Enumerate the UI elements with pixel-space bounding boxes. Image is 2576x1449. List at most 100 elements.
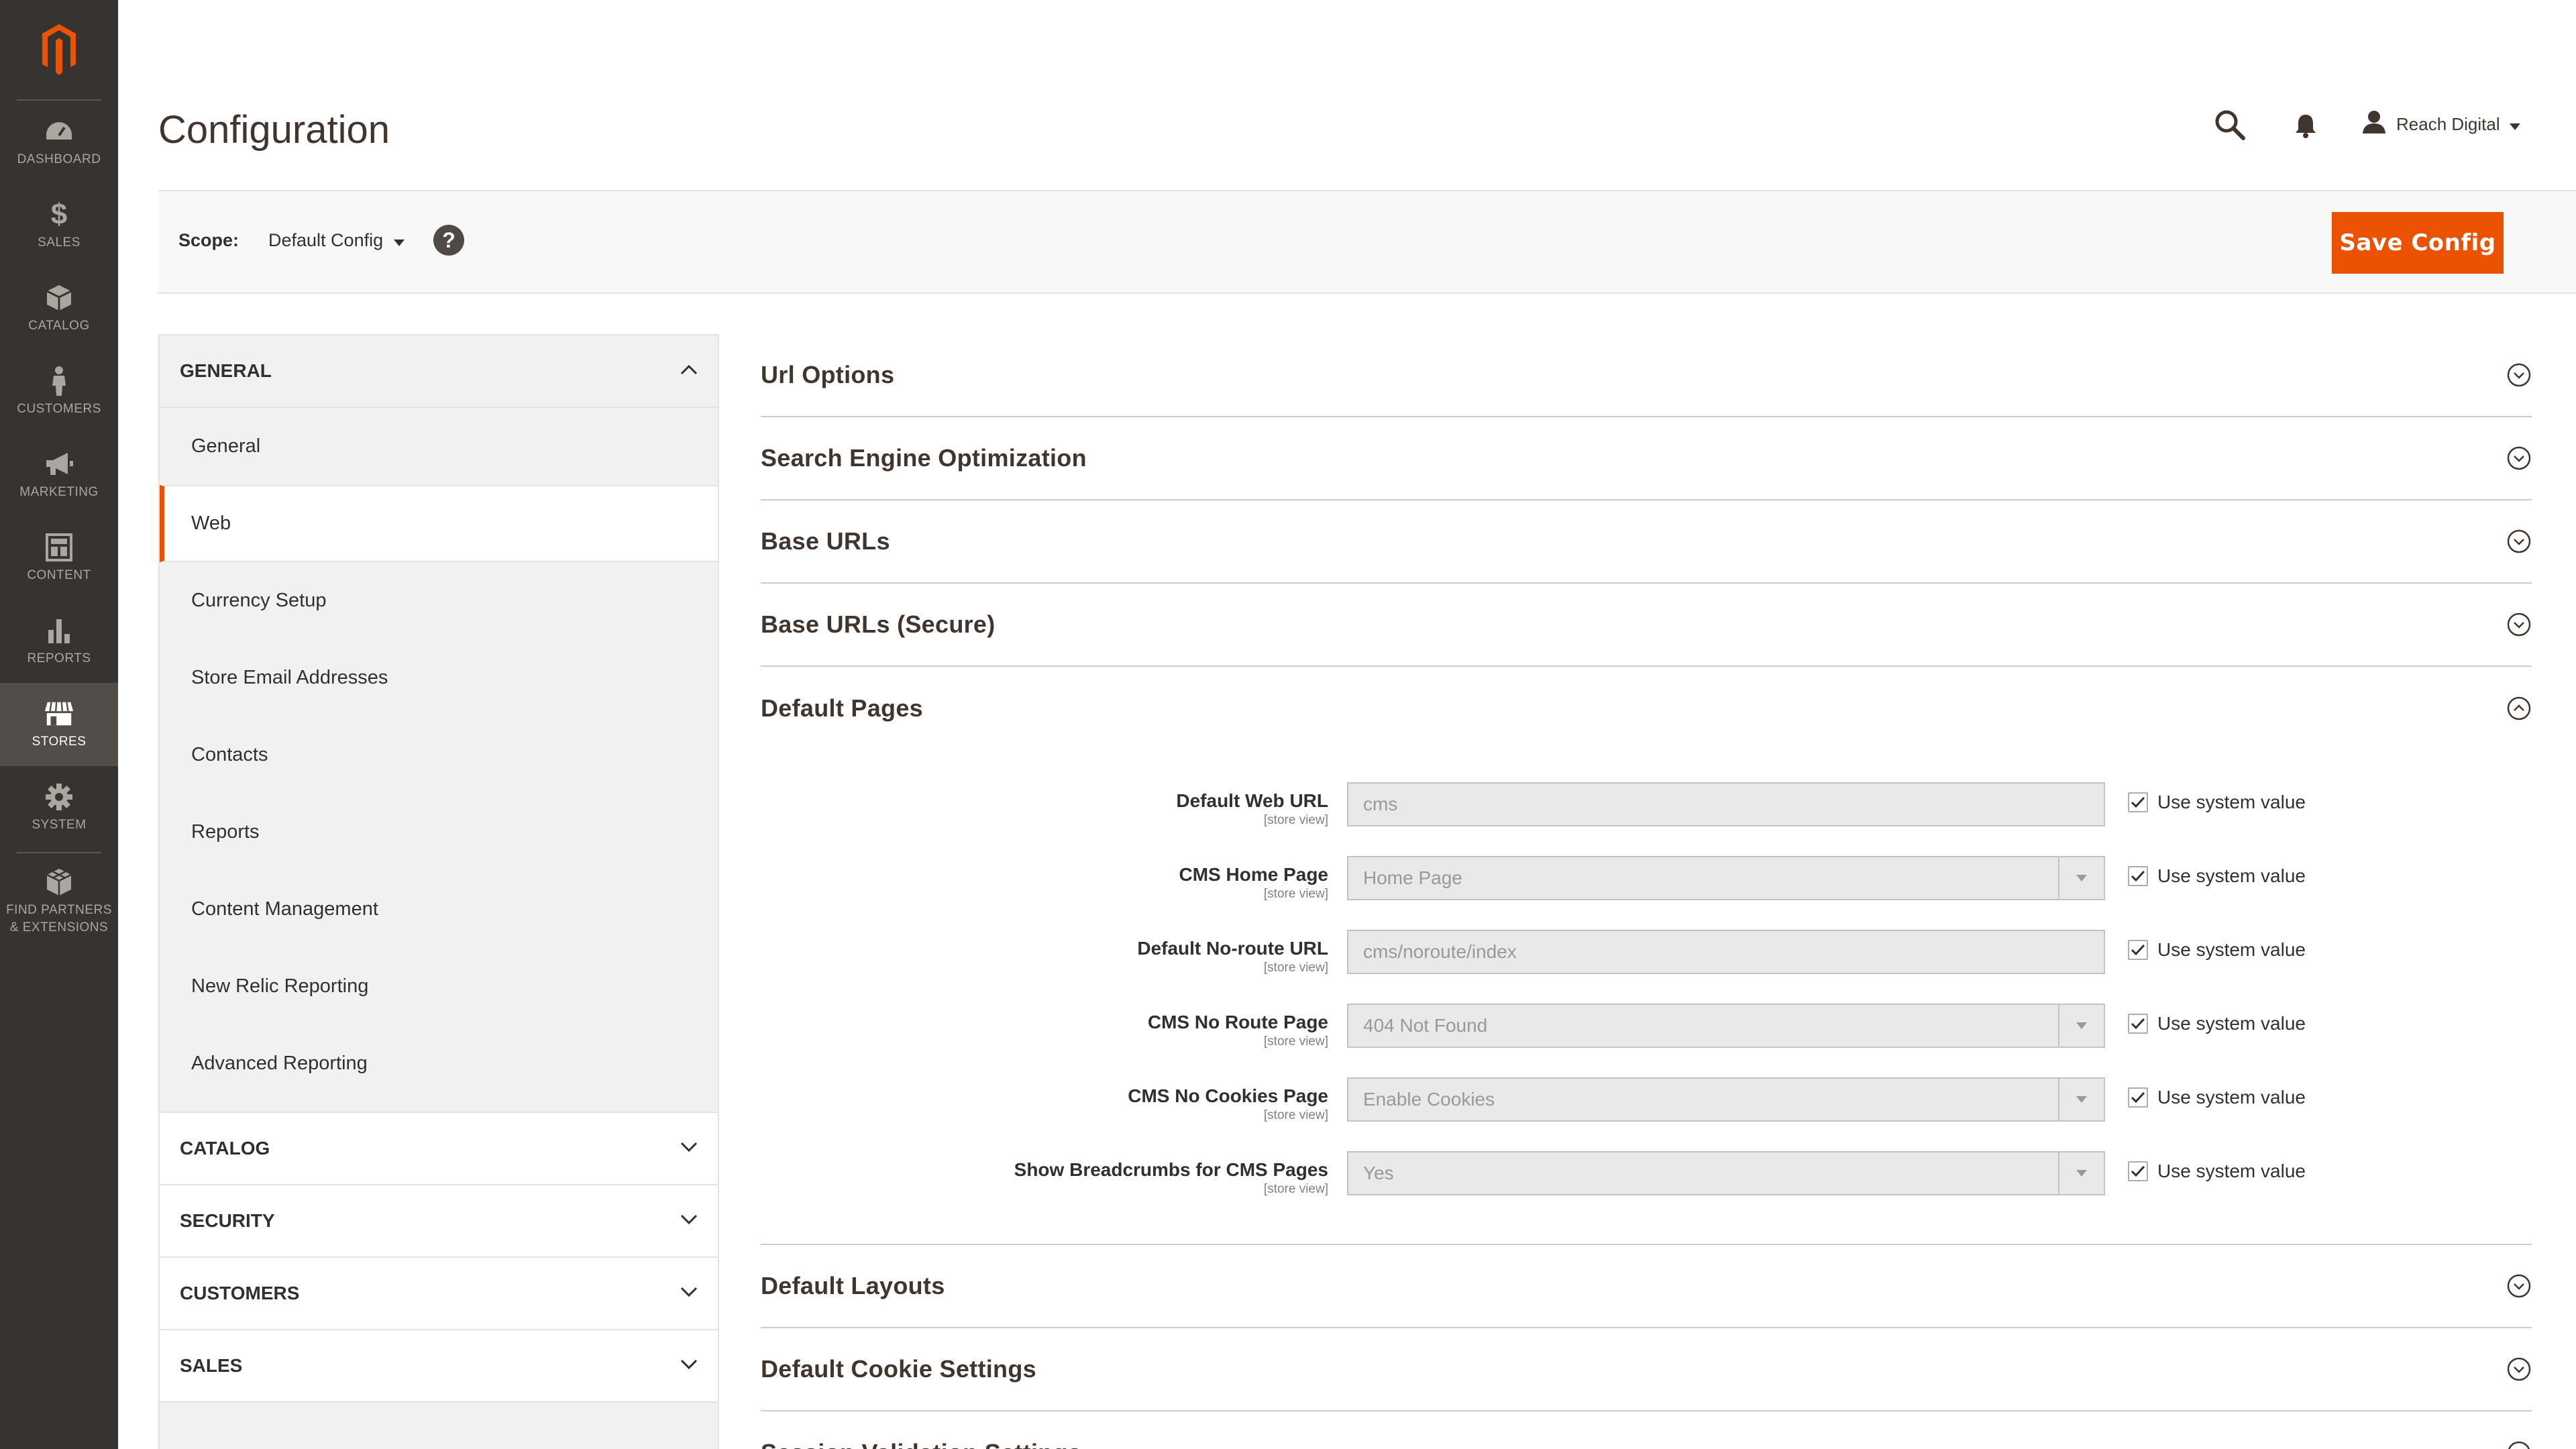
checkbox-label: Use system value (2157, 939, 2306, 960)
tab-store-email-addresses[interactable]: Store Email Addresses (160, 639, 718, 716)
menu-label: & EXTENSIONS (9, 920, 109, 934)
menu-item-find-partners[interactable]: FIND PARTNERS & EXTENSIONS (0, 856, 118, 947)
default-no-route-url-input[interactable]: cms/noroute/index (1347, 930, 2105, 974)
scope-hint: [store view] (1263, 961, 1328, 975)
page-actions-bar: Scope: Default Config ? Save Config (158, 190, 2576, 294)
cms-home-page-select[interactable]: Home Page (1347, 856, 2105, 900)
tab-advanced-reporting[interactable]: Advanced Reporting (160, 1025, 718, 1102)
section-title: GENERAL (180, 360, 272, 381)
cms-no-cookies-page-select[interactable]: Enable Cookies (1347, 1077, 2105, 1122)
field-value: cms (1363, 794, 1398, 814)
box-icon (44, 282, 74, 313)
group-base-urls-secure[interactable]: Base URLs (Secure) (761, 584, 2532, 667)
magento-logo-icon[interactable] (17, 0, 101, 101)
group-title: Url Options (761, 361, 895, 388)
use-system-value-checkbox[interactable]: Use system value (2128, 1087, 2306, 1108)
scope-hint: [store view] (1263, 887, 1328, 901)
storefront-icon (44, 698, 74, 729)
show-breadcrumbs-select[interactable]: Yes (1347, 1151, 2105, 1195)
menu-label: SYSTEM (32, 818, 87, 832)
default-web-url-input[interactable]: cms (1347, 782, 2105, 826)
menu-item-reports[interactable]: REPORTS (0, 600, 118, 683)
group-default-cookie-settings[interactable]: Default Cookie Settings (761, 1328, 2532, 1411)
header-actions: Reach Digital (2214, 107, 2576, 142)
chevron-down-icon (680, 1359, 698, 1373)
section-title: SALES (180, 1355, 243, 1376)
tab-reports[interactable]: Reports (160, 794, 718, 871)
tab-section-sales[interactable]: SALES (160, 1330, 718, 1403)
tab-contacts[interactable]: Contacts (160, 716, 718, 794)
group-search-engine-optimization[interactable]: Search Engine Optimization (761, 417, 2532, 500)
config-groups: Url Options Search Engine Optimization B… (761, 334, 2532, 1449)
tab-new-relic-reporting[interactable]: New Relic Reporting (160, 948, 718, 1025)
group-url-options[interactable]: Url Options (761, 334, 2532, 417)
menu-label: MARKETING (19, 485, 99, 499)
tab-content-management[interactable]: Content Management (160, 871, 718, 948)
field-label: CMS Home Page [store view] (1179, 864, 1329, 902)
tab-section-general[interactable]: GENERAL (160, 335, 718, 408)
help-icon[interactable]: ? (433, 225, 464, 256)
tab-general[interactable]: General (160, 408, 718, 485)
checkbox-checked-icon (2128, 940, 2148, 960)
user-menu[interactable]: Reach Digital (2361, 110, 2520, 139)
field-value: Enable Cookies (1363, 1089, 1495, 1110)
menu-item-system[interactable]: SYSTEM (0, 766, 118, 849)
scope-hint: [store view] (1263, 1182, 1328, 1196)
dollar-icon: $ (50, 198, 68, 231)
scope-switcher[interactable]: Default Config (268, 230, 405, 251)
gear-icon (44, 782, 74, 812)
cubes-icon (44, 867, 74, 898)
chevron-down-icon (680, 1214, 698, 1228)
group-title: Default Layouts (761, 1272, 945, 1299)
scope-label: Scope: (178, 230, 239, 250)
scope-hint: [store view] (1263, 1108, 1328, 1122)
checkbox-checked-icon (2128, 866, 2148, 886)
chevron-down-circle-icon (2506, 529, 2532, 554)
group-default-pages[interactable]: Default Pages (761, 667, 2532, 750)
checkbox-checked-icon (2128, 1161, 2148, 1181)
group-default-layouts[interactable]: Default Layouts (761, 1245, 2532, 1328)
caret-down-icon (2509, 114, 2520, 135)
search-icon[interactable] (2214, 109, 2246, 141)
group-title: Default Pages (761, 694, 923, 722)
field-row-cms-home-page: CMS Home Page [store view] Home Page Use… (761, 856, 2532, 930)
cms-no-route-page-select[interactable]: 404 Not Found (1347, 1004, 2105, 1048)
use-system-value-checkbox[interactable]: Use system value (2128, 939, 2306, 961)
menu-item-dashboard[interactable]: DASHBOARD (0, 101, 118, 184)
checkbox-label: Use system value (2157, 792, 2306, 812)
tab-section-customers[interactable]: CUSTOMERS (160, 1258, 718, 1330)
checkbox-checked-icon (2128, 1014, 2148, 1034)
label-text: Default Web URL (1176, 790, 1328, 811)
menu-item-stores[interactable]: STORES (0, 683, 118, 766)
use-system-value-checkbox[interactable]: Use system value (2128, 1161, 2306, 1182)
group-title: Base URLs (761, 527, 890, 555)
chevron-up-circle-icon (2506, 696, 2532, 721)
menu-item-catalog[interactable]: CATALOG (0, 267, 118, 350)
field-row-cms-no-cookies-page: CMS No Cookies Page [store view] Enable … (761, 1077, 2532, 1151)
tab-currency-setup[interactable]: Currency Setup (160, 562, 718, 639)
menu-item-marketing[interactable]: MARKETING (0, 433, 118, 517)
menu-item-sales[interactable]: $ SALES (0, 184, 118, 267)
tab-section-catalog[interactable]: CATALOG (160, 1113, 718, 1185)
config-tabs: GENERAL General Web Currency Setup Store… (158, 334, 719, 1449)
tab-web[interactable]: Web (160, 485, 718, 562)
section-title: CUSTOMERS (180, 1283, 300, 1303)
bell-icon[interactable] (2294, 113, 2321, 140)
tab-section-security[interactable]: SECURITY (160, 1185, 718, 1258)
menu-item-content[interactable]: CONTENT (0, 517, 118, 600)
checkbox-label: Use system value (2157, 1087, 2306, 1108)
use-system-value-checkbox[interactable]: Use system value (2128, 792, 2306, 813)
menu-item-customers[interactable]: CUSTOMERS (0, 350, 118, 433)
checkbox-label: Use system value (2157, 1161, 2306, 1181)
use-system-value-checkbox[interactable]: Use system value (2128, 1013, 2306, 1034)
group-session-validation-settings[interactable]: Session Validation Settings (761, 1411, 2532, 1449)
layout-icon (44, 532, 74, 563)
caret-down-icon (394, 230, 405, 251)
group-base-urls[interactable]: Base URLs (761, 500, 2532, 584)
chevron-down-circle-icon (2506, 362, 2532, 388)
field-row-default-web-url: Default Web URL [store view] cms Use sys… (761, 782, 2532, 856)
save-config-button[interactable]: Save Config (2332, 212, 2504, 274)
menu-label: STORES (32, 735, 87, 749)
menu-divider (17, 852, 101, 853)
use-system-value-checkbox[interactable]: Use system value (2128, 865, 2306, 887)
